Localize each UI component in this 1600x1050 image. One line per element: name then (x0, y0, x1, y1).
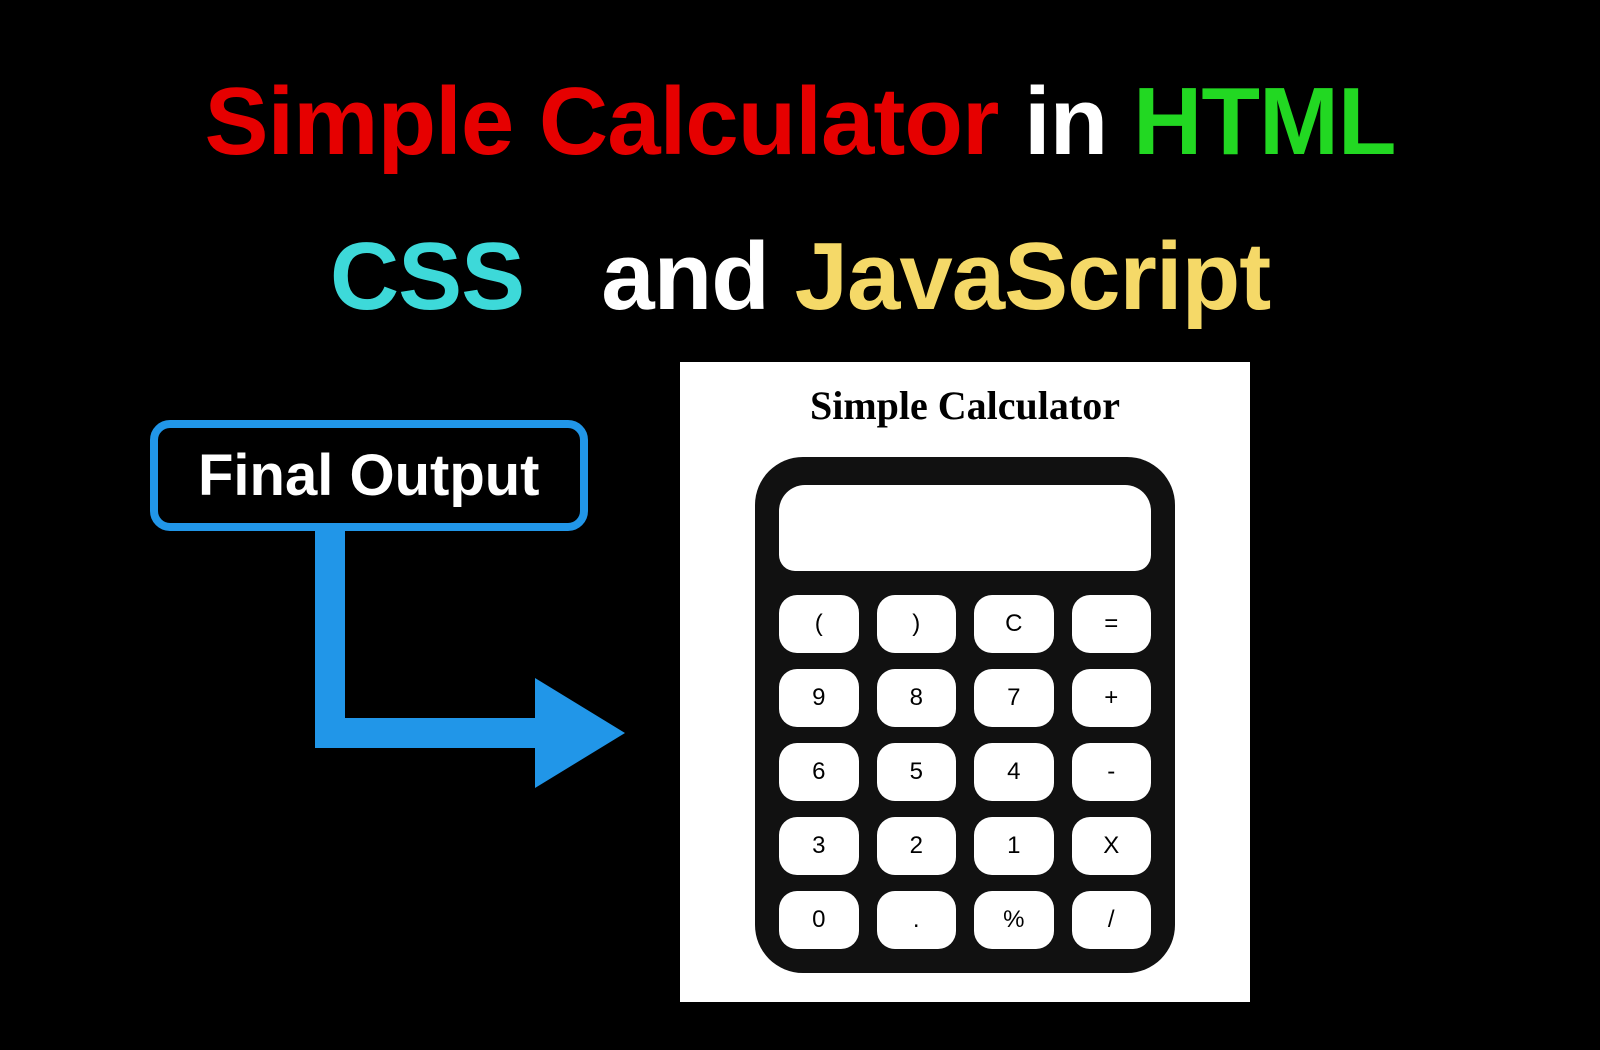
calc-button-divide[interactable]: / (1072, 891, 1152, 949)
calc-button-percent[interactable]: % (974, 891, 1054, 949)
calc-button-5[interactable]: 5 (877, 743, 957, 801)
calc-button-plus[interactable]: + (1072, 669, 1152, 727)
calc-button-lparen[interactable]: ( (779, 595, 859, 653)
calc-button-multiply[interactable]: X (1072, 817, 1152, 875)
calculator-panel: Simple Calculator ( ) C = 9 8 7 + 6 5 4 … (680, 362, 1250, 1002)
final-output-label: Final Output (198, 443, 540, 508)
calc-button-1[interactable]: 1 (974, 817, 1054, 875)
calc-button-2[interactable]: 2 (877, 817, 957, 875)
calc-button-equals[interactable]: = (1072, 595, 1152, 653)
title-line-1: Simple Calculator in HTML (0, 60, 1600, 185)
title-word-css: CSS (330, 223, 524, 330)
calc-button-8[interactable]: 8 (877, 669, 957, 727)
calc-button-4[interactable]: 4 (974, 743, 1054, 801)
calc-button-6[interactable]: 6 (779, 743, 859, 801)
page-title-area: Simple Calculator in HTML CSS and JavaSc… (0, 0, 1600, 340)
calculator-display[interactable] (779, 485, 1151, 571)
title-word-javascript: JavaScript (795, 223, 1271, 330)
calc-button-3[interactable]: 3 (779, 817, 859, 875)
title-word-html: HTML (1133, 68, 1396, 175)
calculator-button-grid: ( ) C = 9 8 7 + 6 5 4 - 3 2 1 X 0 . % / (779, 595, 1151, 949)
title-word-in: in (1024, 68, 1107, 175)
calculator-heading: Simple Calculator (680, 382, 1250, 429)
calculator-body: ( ) C = 9 8 7 + 6 5 4 - 3 2 1 X 0 . % / (755, 457, 1175, 973)
calc-button-clear[interactable]: C (974, 595, 1054, 653)
title-line-2: CSS and JavaScript (0, 215, 1600, 340)
calc-button-dot[interactable]: . (877, 891, 957, 949)
final-output-label-box: Final Output (150, 420, 588, 531)
title-word-simple-calculator: Simple Calculator (204, 68, 998, 175)
calc-button-9[interactable]: 9 (779, 669, 859, 727)
calc-button-minus[interactable]: - (1072, 743, 1152, 801)
title-word-and: and (601, 223, 769, 330)
arrow-icon (295, 528, 625, 788)
calc-button-7[interactable]: 7 (974, 669, 1054, 727)
calc-button-0[interactable]: 0 (779, 891, 859, 949)
calc-button-rparen[interactable]: ) (877, 595, 957, 653)
